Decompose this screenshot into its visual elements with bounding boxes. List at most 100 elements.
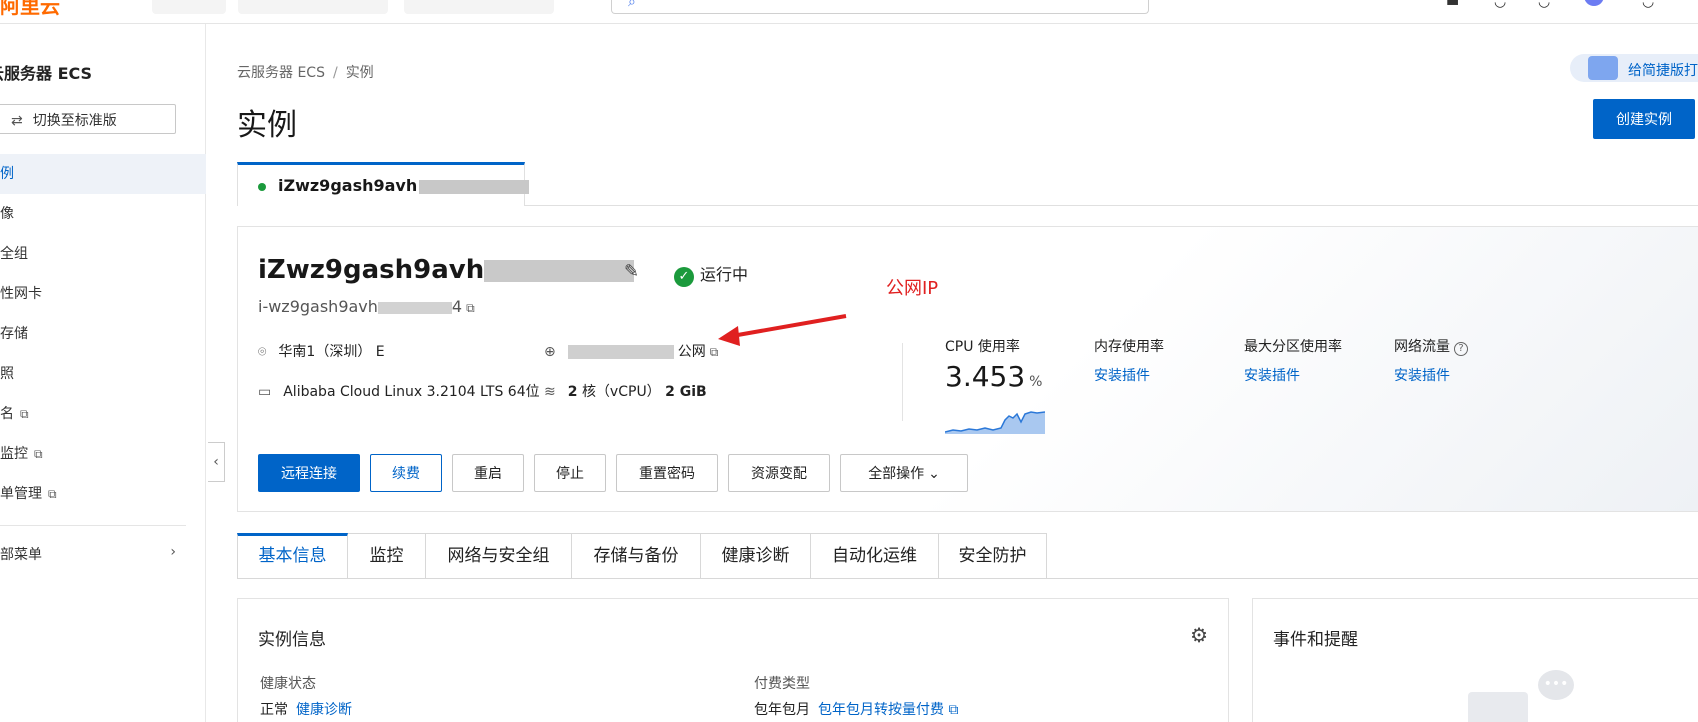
instance-id-text: i-wz9gash9avh [258,297,378,316]
top-menu-item[interactable]: ▔▔ [1390,0,1412,10]
renew-button[interactable]: 续费 [370,454,442,492]
bell-icon[interactable]: ◡ [1494,0,1506,10]
sidebar-item-block-storage[interactable]: 块存储 [0,314,206,354]
external-link-icon: ⧉ [948,702,959,718]
chevron-right-icon: › [170,544,176,560]
tab-network-security[interactable]: 网络与安全组 [426,533,572,579]
memory-text: 2 GiB [665,384,707,400]
spec-icon: ≋ [544,384,556,400]
language-icon[interactable]: ◡ [1642,0,1654,10]
copy-icon[interactable]: ⧉ [710,345,719,359]
region-text: 华南1（深圳） E [278,344,385,360]
search-icon: ⌕ [628,0,636,10]
help-icon[interactable]: ? [1454,342,1468,356]
sidebar-item-snapshots[interactable]: 快照 [0,354,206,394]
network-traffic-text: 网络流量 [1394,339,1450,355]
top-nav-item[interactable] [152,0,226,14]
health-status-value: 正常 健康诊断 [260,699,352,719]
sidebar-item-label: 快照 [0,366,14,382]
avatar[interactable] [1584,0,1604,6]
spec-text: 核（vCPU） [581,384,661,400]
instance-name-text: iZwz9gash9avh [258,255,485,285]
chevron-down-icon: ⌄ [928,465,940,481]
sidebar-item-domain[interactable]: 域名 ⧉ [0,394,206,434]
sidebar-item-label: 安全组 [0,246,28,262]
reset-password-button[interactable]: 重置密码 [616,454,718,492]
aliyun-logo[interactable]: 阿里云 [0,0,60,19]
redacted-ip [567,345,674,359]
tab-health-diagnosis[interactable]: 健康诊断 [701,533,811,579]
instance-tab[interactable]: iZwz9gash9avh [237,162,530,206]
billing-type-text: 包年包月 [754,702,810,718]
switch-version-button[interactable]: ⇄ 切换至标准版 [0,104,176,134]
public-ip-label: 公网 [677,344,706,360]
swap-icon: ⇄ [11,113,23,129]
remote-connect-button[interactable]: 远程连接 [258,454,360,492]
instance-info-title: 实例信息 [258,630,326,650]
top-nav-item[interactable] [238,0,388,14]
instance-id: i-wz9gash9avh 4 ⧉ [258,297,475,316]
copy-icon[interactable]: ⧉ [466,301,475,315]
tab-monitoring[interactable]: 监控 [348,533,426,579]
breadcrumb-separator: / [332,65,338,81]
tab-security[interactable]: 安全防护 [939,533,1047,579]
breadcrumb-ecs[interactable]: 云服务器 ECS [237,65,325,81]
health-diagnosis-link[interactable]: 健康诊断 [296,702,352,718]
sidebar-item-instances[interactable]: 实例 [0,154,206,194]
top-menu-item[interactable]: ▔▔ [1336,0,1358,10]
sidebar-item-orders[interactable]: 订单管理 ⧉ [0,474,206,514]
sidebar-title: 云服务器 ECS [0,64,93,83]
gear-icon[interactable]: ⚙ [1190,623,1208,647]
tab-basic-info[interactable]: 基本信息 [237,533,348,579]
sidebar-item-eni[interactable]: 弹性网卡 [0,274,206,314]
cpu-value-text: 3.453 [945,360,1026,393]
top-menu-item[interactable]: ▔▔ [1278,0,1300,10]
restart-button[interactable]: 重启 [452,454,524,492]
tab-storage-backup[interactable]: 存储与备份 [572,533,701,579]
status-text: 运行中 [700,265,749,284]
install-plugin-link-memory[interactable]: 安装插件 [1094,365,1150,385]
sidebar-item-label: 块存储 [0,326,28,342]
install-plugin-link-disk[interactable]: 安装插件 [1244,365,1300,385]
external-link-icon: ⧉ [20,407,29,421]
events-title: 事件和提醒 [1273,630,1358,650]
message-icon[interactable]: ▬ [1446,0,1459,10]
create-instance-button[interactable]: 创建实例 [1593,99,1695,139]
sidebar-item-images[interactable]: 镜像 [0,194,206,234]
sidebar-collapse-button[interactable]: ‹ [208,442,225,482]
sidebar-divider [0,525,186,526]
tab-automation[interactable]: 自动化运维 [811,533,939,579]
all-operations-label: 全部操作 [868,465,925,481]
switch-version-label: 切换至标准版 [32,113,117,129]
simple-version-button[interactable]: 给简捷版打 [1570,54,1698,82]
all-menu-label: 全部菜单 [0,547,42,563]
cpu-unit: % [1029,374,1043,390]
instance-name: iZwz9gash9avh [258,255,635,285]
cpu-sparkline [945,411,1045,434]
sidebar-item-cloud-monitor[interactable]: 云监控 ⧉ [0,434,206,474]
public-ip-info: ⊕ 公网 ⧉ [544,341,718,361]
sidebar: 云服务器 ECS ⇄ 切换至标准版 实例 镜像 安全组 弹性网卡 块存储 快照 域… [0,24,206,722]
all-menu-item[interactable]: 全部菜单 › [0,544,176,564]
top-menu-item[interactable]: ▔▔ [1224,0,1246,10]
network-traffic-label: 网络流量? [1394,336,1468,356]
breadcrumb: 云服务器 ECS / 实例 [237,62,374,82]
edit-icon[interactable]: ✎ [624,261,639,282]
billing-convert-link[interactable]: 包年包月转按量付费 ⧉ [818,702,958,718]
all-operations-dropdown[interactable]: 全部操作 ⌄ [840,454,968,492]
stop-button[interactable]: 停止 [534,454,606,492]
health-status-label: 健康状态 [260,676,316,692]
sidebar-item-security-groups[interactable]: 安全组 [0,234,206,274]
monitor-icon: ▭ [258,384,272,400]
search-input[interactable]: ⌕ [611,0,1149,14]
external-link-icon: ⧉ [34,447,43,461]
vertical-divider [902,343,903,421]
change-config-button[interactable]: 资源变配 [728,454,830,492]
os-text: Alibaba Cloud Linux 3.2104 LTS 64位 [283,384,540,400]
install-plugin-link-network[interactable]: 安装插件 [1394,365,1450,385]
top-nav-item[interactable] [404,0,554,14]
top-menu-item[interactable]: ▔▔ [1170,0,1192,10]
help-icon[interactable]: ◡ [1538,0,1550,10]
status-badge: ✓ 运行中 [674,261,748,287]
sidebar-item-label: 订单管理 [0,486,42,502]
